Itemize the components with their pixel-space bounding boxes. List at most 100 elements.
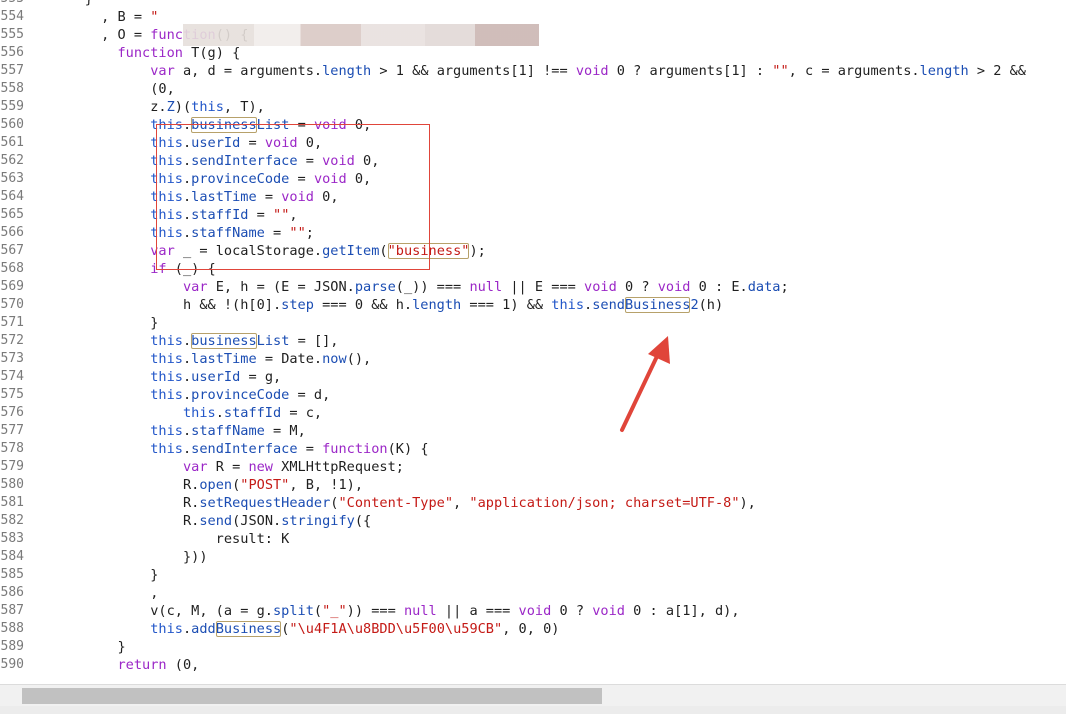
code-text: this.sendInterface = function(K) { xyxy=(150,441,429,457)
line-number: 573 xyxy=(0,351,24,366)
code-text: } xyxy=(52,315,159,331)
line-number: 561 xyxy=(0,135,24,150)
code-text: R.send(JSON.stringify({ xyxy=(52,513,372,529)
line-number: 579 xyxy=(0,459,24,474)
code-line[interactable]: 587 v(c, M, (a = g.split("_")) === null … xyxy=(0,602,1066,620)
line-number: 564 xyxy=(0,189,24,204)
code-text: this.lastTime = Date.now(), xyxy=(150,351,372,367)
code-text: R.open("POST", B, !1), xyxy=(52,477,364,493)
code-line[interactable]: 558 (0, xyxy=(0,80,1066,98)
line-number: 568 xyxy=(0,261,24,276)
code-line[interactable]: 576 this.staffId = c, xyxy=(0,404,1066,422)
line-number: 585 xyxy=(0,567,24,582)
code-text: this.businessList = [], xyxy=(150,333,339,349)
code-text: (0, xyxy=(52,81,175,97)
line-number: 559 xyxy=(0,99,24,114)
line-number: 555 xyxy=(0,27,24,42)
code-line[interactable]: 590 return (0, xyxy=(0,656,1066,674)
code-text: this.userId = g, xyxy=(150,369,282,385)
line-number: 583 xyxy=(0,531,24,546)
line-number: 572 xyxy=(0,333,24,348)
code-text: return (0, xyxy=(117,657,200,673)
line-number: 560 xyxy=(0,117,24,132)
redacted-url-region xyxy=(183,24,539,46)
code-text: var R = new XMLHttpRequest; xyxy=(182,459,404,475)
line-number: 557 xyxy=(0,63,24,78)
line-number: 588 xyxy=(0,621,24,636)
status-bar-edge xyxy=(0,706,1066,714)
code-line[interactable]: 571 } xyxy=(0,314,1066,332)
code-text: } xyxy=(52,0,93,8)
code-text: var a, d = arguments.length > 1 && argum… xyxy=(150,63,1026,79)
code-line[interactable]: 585 } xyxy=(0,566,1066,584)
code-line[interactable]: 579 var R = new XMLHttpRequest; xyxy=(0,458,1066,476)
line-number: 584 xyxy=(0,549,24,564)
code-text: this.staffId = c, xyxy=(182,405,323,421)
line-number: 570 xyxy=(0,297,24,312)
code-line[interactable]: 582 R.send(JSON.stringify({ xyxy=(0,512,1066,530)
line-number: 556 xyxy=(0,45,24,60)
code-line[interactable]: 588 this.addBusiness("\u4F1A\u8BDD\u5F00… xyxy=(0,620,1066,638)
code-line[interactable]: 575 this.provinceCode = d, xyxy=(0,386,1066,404)
code-line[interactable]: 589 } xyxy=(0,638,1066,656)
code-line[interactable]: 557 var a, d = arguments.length > 1 && a… xyxy=(0,62,1066,80)
line-number: 581 xyxy=(0,495,24,510)
code-text: var E, h = (E = JSON.parse(_)) === null … xyxy=(182,279,789,295)
code-text: function T(g) { xyxy=(117,45,241,61)
code-line[interactable]: 577 this.staffName = M, xyxy=(0,422,1066,440)
code-text: v(c, M, (a = g.split("_")) === null || a… xyxy=(52,603,740,619)
code-text: this.provinceCode = d, xyxy=(150,387,331,403)
line-number: 569 xyxy=(0,279,24,294)
code-line[interactable]: 553 } xyxy=(0,0,1066,8)
code-text: z.Z)(this, T), xyxy=(52,99,265,115)
code-line[interactable]: 578 this.sendInterface = function(K) { xyxy=(0,440,1066,458)
code-line[interactable]: 574 this.userId = g, xyxy=(0,368,1066,386)
code-line[interactable]: 569 var E, h = (E = JSON.parse(_)) === n… xyxy=(0,278,1066,296)
line-number: 589 xyxy=(0,639,24,654)
line-number: 567 xyxy=(0,243,24,258)
line-number: 586 xyxy=(0,585,24,600)
line-number: 574 xyxy=(0,369,24,384)
code-editor[interactable]: 553 }554 , B = "555 , O = function() {55… xyxy=(0,0,1066,686)
code-line[interactable]: 572 this.businessList = [], xyxy=(0,332,1066,350)
code-line[interactable]: 573 this.lastTime = Date.now(), xyxy=(0,350,1066,368)
code-line[interactable]: 583 result: K xyxy=(0,530,1066,548)
code-line[interactable]: 580 R.open("POST", B, !1), xyxy=(0,476,1066,494)
line-number: 563 xyxy=(0,171,24,186)
horizontal-scrollbar[interactable] xyxy=(0,684,1066,707)
line-number: 553 xyxy=(0,0,24,8)
code-text: })) xyxy=(52,549,208,565)
annotation-red-box xyxy=(156,124,430,270)
code-text: R.setRequestHeader("Content-Type", "appl… xyxy=(52,495,756,511)
code-line[interactable]: 586 , xyxy=(0,584,1066,602)
line-number: 562 xyxy=(0,153,24,168)
code-line[interactable]: 581 R.setRequestHeader("Content-Type", "… xyxy=(0,494,1066,512)
line-number: 587 xyxy=(0,603,24,618)
horizontal-scrollbar-thumb[interactable] xyxy=(22,688,602,704)
line-number: 571 xyxy=(0,315,24,330)
line-number: 566 xyxy=(0,225,24,240)
code-line[interactable]: 584 })) xyxy=(0,548,1066,566)
code-text: this.staffName = M, xyxy=(150,423,306,439)
line-number: 582 xyxy=(0,513,24,528)
line-number: 577 xyxy=(0,423,24,438)
code-text: , B = " xyxy=(52,9,159,25)
annotation-arrow-icon xyxy=(620,336,670,432)
code-line[interactable]: 570 h && !(h[0].step === 0 && h.length =… xyxy=(0,296,1066,314)
line-number: 578 xyxy=(0,441,24,456)
line-number: 565 xyxy=(0,207,24,222)
code-text: , xyxy=(52,585,159,601)
line-number: 554 xyxy=(0,9,24,24)
line-number: 590 xyxy=(0,657,24,672)
code-text: h && !(h[0].step === 0 && h.length === 1… xyxy=(52,297,724,313)
code-line[interactable]: 559 z.Z)(this, T), xyxy=(0,98,1066,116)
code-text: } xyxy=(52,567,159,583)
code-text: this.addBusiness("\u4F1A\u8BDD\u5F00\u59… xyxy=(150,621,560,637)
code-text: result: K xyxy=(52,531,290,547)
code-text: } xyxy=(52,639,126,655)
line-number: 558 xyxy=(0,81,24,96)
code-line[interactable]: 556 function T(g) { xyxy=(0,44,1066,62)
line-number: 575 xyxy=(0,387,24,402)
line-number: 580 xyxy=(0,477,24,492)
line-number: 576 xyxy=(0,405,24,420)
